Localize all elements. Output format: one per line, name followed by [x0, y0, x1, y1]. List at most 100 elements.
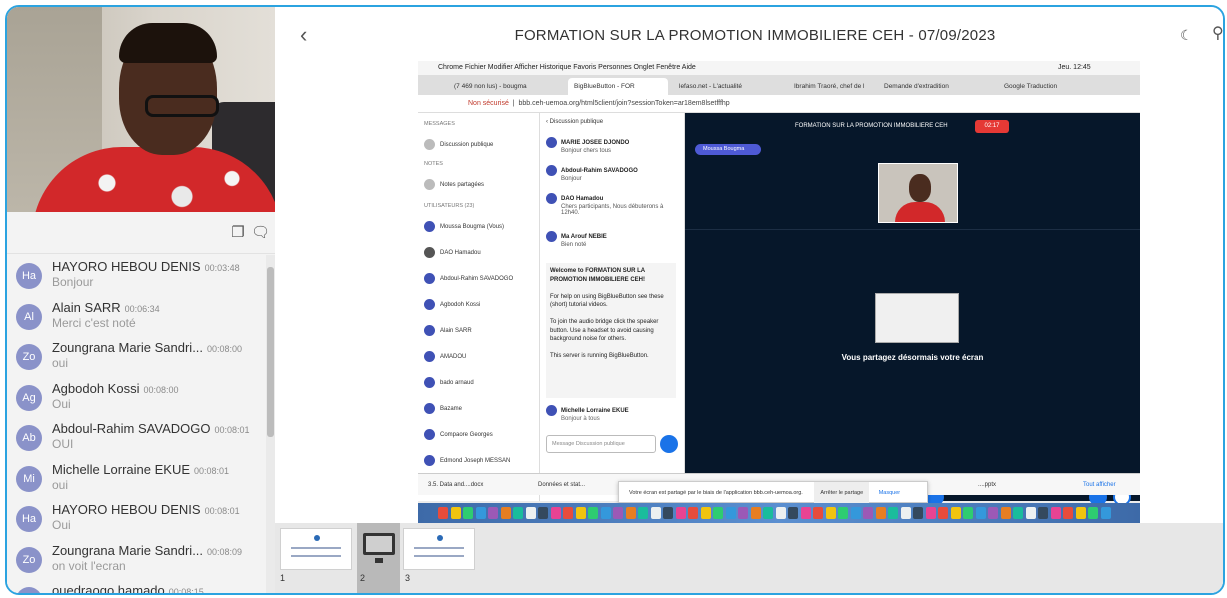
dock-app-icon[interactable] — [725, 507, 736, 519]
user-list-item[interactable]: Bazame — [424, 403, 462, 414]
dock-app-icon[interactable] — [713, 507, 723, 519]
user-list-item[interactable]: Agbodoh Kossi — [424, 299, 480, 310]
chat-scrollbar[interactable] — [266, 255, 275, 593]
dock-app-icon[interactable] — [813, 507, 823, 519]
show-all-button[interactable]: Tout afficher — [1083, 474, 1116, 496]
dock-app-icon[interactable] — [1088, 507, 1098, 519]
chat-message: Zo Zoungrana Marie Sandri... 00:08:09 on vo… — [7, 539, 263, 580]
dock-app-icon[interactable] — [1063, 507, 1073, 519]
chat-bubbles-icon[interactable]: 🗨 — [251, 224, 270, 242]
dock-app-icon[interactable] — [775, 507, 786, 519]
browser-tab[interactable]: BigBlueButton - FOR — [568, 78, 668, 95]
browser-tab[interactable]: Demande d'extradition — [878, 78, 993, 95]
main-area: ‹ FORMATION SUR LA PROMOTION IMMOBILIERE… — [275, 7, 1223, 593]
dock-app-icon[interactable] — [875, 507, 886, 519]
dock-app-icon[interactable] — [1000, 507, 1011, 519]
dock-app-icon[interactable] — [963, 507, 973, 519]
chevron-left-icon[interactable]: ‹ — [300, 22, 307, 48]
dock-app-icon[interactable] — [500, 507, 511, 519]
slide-thumbnail[interactable] — [403, 528, 475, 570]
dock-app-icon[interactable] — [563, 507, 573, 519]
public-chat-item[interactable]: Discussion publique — [424, 139, 493, 150]
dock-app-icon[interactable] — [463, 507, 473, 519]
dock-app-icon[interactable] — [838, 507, 848, 519]
dock-app-icon[interactable] — [588, 507, 598, 519]
send-icon[interactable] — [660, 435, 678, 453]
user-list-item[interactable]: DAO Hamadou — [424, 247, 481, 258]
dock-app-icon[interactable] — [600, 507, 611, 519]
dock-app-icon[interactable] — [850, 507, 861, 519]
dock-app-icon[interactable] — [825, 507, 836, 519]
dock-app-icon[interactable] — [525, 507, 536, 519]
search-icon[interactable]: ⚲ — [1212, 23, 1223, 43]
stop-sharing-button[interactable]: Arrêter le partage — [814, 482, 870, 504]
dock-app-icon[interactable] — [488, 507, 498, 519]
dock-app-icon[interactable] — [1013, 507, 1023, 519]
dock-app-icon[interactable] — [1025, 507, 1036, 519]
dock-app-icon[interactable] — [975, 507, 986, 519]
screenshare-preview — [875, 293, 959, 343]
dock-app-icon[interactable] — [700, 507, 711, 519]
hide-button[interactable]: Masquer — [879, 490, 900, 496]
chat-author: Alain SARR 00:06:34 — [52, 300, 160, 315]
dock-app-icon[interactable] — [513, 507, 523, 519]
user-list-item[interactable]: Abdoul-Rahim SAVADOGO — [424, 273, 513, 284]
shared-notes-item[interactable]: Notes partagées — [424, 179, 484, 190]
dock-app-icon[interactable] — [1038, 507, 1048, 519]
user-list-item[interactable]: Edmond Joseph MESSAN — [424, 455, 510, 466]
dock-app-icon[interactable] — [913, 507, 923, 519]
dock-app-icon[interactable] — [888, 507, 898, 519]
dock-app-icon[interactable] — [550, 507, 561, 519]
user-list-item[interactable]: AMADOU — [424, 351, 466, 362]
download-item[interactable]: Données et stat... — [538, 474, 585, 496]
browser-url-bar[interactable]: Non sécurisé | bbb.ceh-uemoa.org/html5cl… — [418, 95, 1140, 113]
dock-app-icon[interactable] — [650, 507, 661, 519]
slide-number: 1 — [280, 573, 286, 583]
dock-app-icon[interactable] — [750, 507, 761, 519]
dock-app-icon[interactable] — [763, 507, 773, 519]
user-list-item[interactable]: Alain SARR — [424, 325, 472, 336]
slide-thumbnail[interactable] — [280, 528, 352, 570]
dock-app-icon[interactable] — [538, 507, 548, 519]
browser-tab[interactable]: Ibrahim Traoré, chef de l — [788, 78, 873, 95]
user-list-item[interactable]: Compaore Georges — [424, 429, 493, 440]
dock-app-icon[interactable] — [800, 507, 811, 519]
dock-app-icon[interactable] — [988, 507, 998, 519]
user-list-item[interactable]: bado arnaud — [424, 377, 474, 388]
dock-app-icon[interactable] — [450, 507, 461, 519]
recording-badge[interactable]: 02:17 — [975, 120, 1009, 133]
chat-time: 00:08:01 — [214, 425, 250, 435]
dock-app-icon[interactable] — [863, 507, 873, 519]
download-item[interactable]: ....pptx — [978, 474, 996, 496]
dock-app-icon[interactable] — [575, 507, 586, 519]
dock-app-icon[interactable] — [688, 507, 698, 519]
avatar: Al — [16, 303, 42, 330]
dock-app-icon[interactable] — [1100, 507, 1111, 519]
dock-app-icon[interactable] — [1050, 507, 1061, 519]
chat-panel-header[interactable]: ‹ Discussion publique — [546, 119, 603, 125]
dock-app-icon[interactable] — [613, 507, 623, 519]
dock-app-icon[interactable] — [638, 507, 648, 519]
chat-message: Zo Zoungrana Marie Sandri... 00:08:00 oui — [7, 336, 263, 377]
dock-app-icon[interactable] — [738, 507, 748, 519]
browser-tab[interactable]: Google Traduction — [998, 78, 1093, 95]
dock-app-icon[interactable] — [625, 507, 636, 519]
dock-app-icon[interactable] — [938, 507, 948, 519]
chat-input[interactable]: Message Discussion publique — [546, 435, 656, 453]
moon-icon[interactable]: ☾ — [1180, 27, 1193, 44]
download-item[interactable]: 3.5. Data and....docx — [428, 474, 483, 496]
user-list-item[interactable]: Moussa Bougma (Vous) — [424, 221, 504, 232]
copy-icon[interactable]: ❐ — [229, 224, 247, 242]
chat-time: 00:06:34 — [124, 303, 160, 314]
dock-app-icon[interactable] — [950, 507, 961, 519]
dock-app-icon[interactable] — [900, 507, 911, 519]
dock-app-icon[interactable] — [438, 507, 448, 519]
dock-app-icon[interactable] — [675, 507, 686, 519]
dock-app-icon[interactable] — [788, 507, 798, 519]
dock-app-icon[interactable] — [925, 507, 936, 519]
browser-tab[interactable]: (7 469 non lus) - bougma — [448, 78, 563, 95]
dock-app-icon[interactable] — [1075, 507, 1086, 519]
dock-app-icon[interactable] — [663, 507, 673, 519]
browser-tab[interactable]: lefaso.net - L'actualité — [673, 78, 783, 95]
dock-app-icon[interactable] — [475, 507, 486, 519]
